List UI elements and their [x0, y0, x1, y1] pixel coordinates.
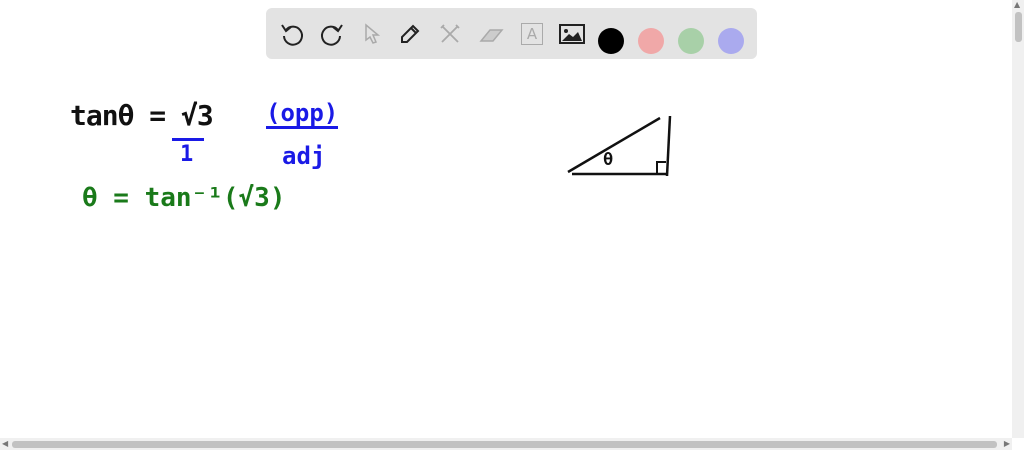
inverse-tan-equation: θ = tan⁻¹(√3) [82, 183, 286, 213]
color-black[interactable] [598, 28, 624, 54]
undo-button[interactable] [278, 20, 306, 48]
denominator: 1 [180, 142, 194, 167]
tan-equation: tanθ = √3 [70, 99, 214, 132]
color-green[interactable] [678, 28, 704, 54]
select-button[interactable] [358, 20, 386, 48]
scroll-up-icon[interactable]: ▲ [1014, 0, 1020, 9]
text-icon: A [521, 23, 543, 45]
tools-button[interactable] [436, 20, 464, 48]
vertical-scroll-thumb[interactable] [1015, 12, 1022, 42]
pen-button[interactable] [396, 20, 424, 48]
scroll-right-icon[interactable]: ▶ [1004, 439, 1010, 448]
vertical-scrollbar[interactable]: ▲ [1012, 0, 1024, 438]
image-button[interactable] [558, 20, 586, 48]
horizontal-scroll-thumb[interactable] [12, 441, 997, 448]
eraser-button[interactable] [478, 20, 506, 48]
triangle-angle-label: θ [603, 150, 614, 170]
image-icon [559, 24, 585, 44]
pen-icon [401, 24, 420, 43]
tools-icon [440, 24, 460, 43]
ratio-denominator: adj [282, 142, 326, 170]
drawing-toolbar: A [266, 8, 757, 59]
horizontal-scrollbar[interactable]: ◀ ▶ [0, 438, 1012, 450]
text-button[interactable]: A [518, 20, 546, 48]
color-blue[interactable] [718, 28, 744, 54]
fraction-bar [172, 138, 204, 141]
color-red[interactable] [638, 28, 664, 54]
eraser-icon [479, 29, 504, 42]
ratio-numerator: (opp) [266, 99, 339, 129]
scroll-left-icon[interactable]: ◀ [2, 439, 8, 448]
undo-icon [281, 24, 303, 46]
redo-icon [321, 24, 343, 46]
right-triangle-drawing [567, 115, 672, 177]
redo-button[interactable] [318, 20, 346, 48]
select-icon [365, 23, 381, 44]
